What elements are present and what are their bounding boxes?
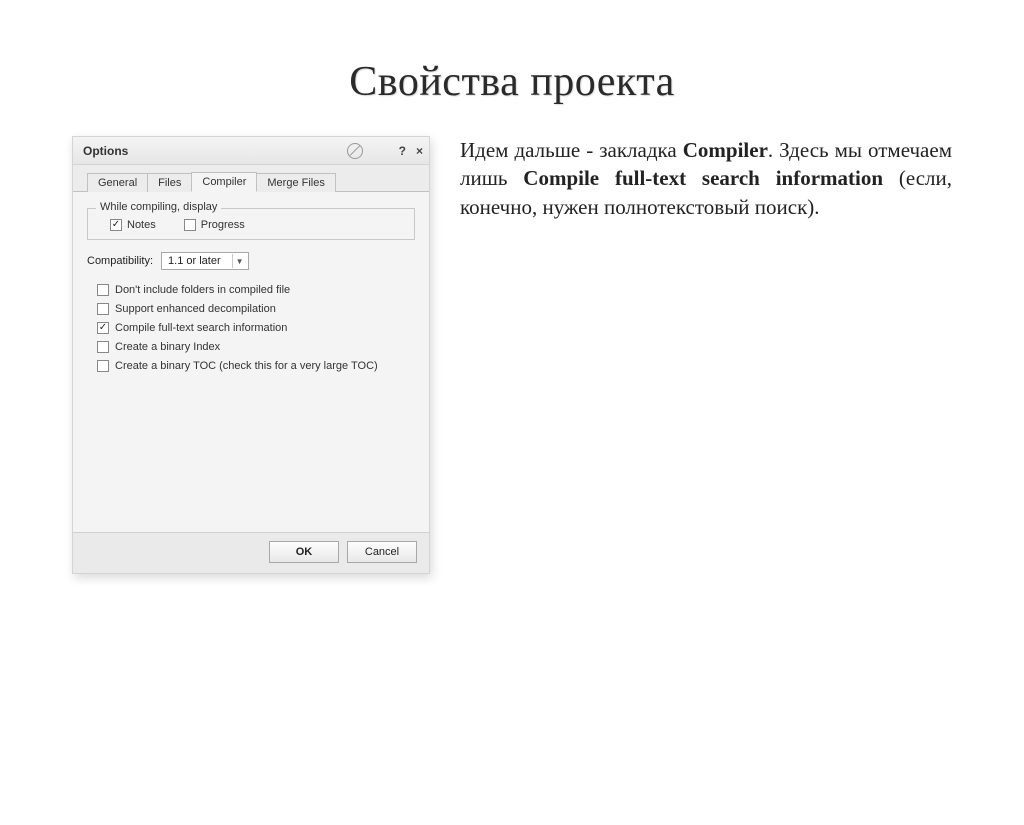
checkbox-box: ✓ <box>97 322 109 334</box>
option-label: Compile full-text search information <box>115 322 287 334</box>
options-list: Don't include folders in compiled file S… <box>87 284 415 372</box>
desc-bold1: Compiler <box>683 138 768 162</box>
dialog-titlebar: Options ? × <box>73 137 429 165</box>
checkbox-box <box>97 303 109 315</box>
description-text: Идем дальше - закладка Compiler. Здесь м… <box>460 136 952 221</box>
checkbox-box <box>97 360 109 372</box>
checkbox-binary-index[interactable]: Create a binary Index <box>97 341 415 353</box>
checkbox-notes[interactable]: ✓ Notes <box>110 219 156 231</box>
checkbox-support-decompilation[interactable]: Support enhanced decompilation <box>97 303 415 315</box>
tab-body: While compiling, display ✓ Notes Progres… <box>73 192 429 532</box>
checkbox-dont-include-folders[interactable]: Don't include folders in compiled file <box>97 284 415 296</box>
checkbox-box-progress <box>184 219 196 231</box>
checkbox-box <box>97 284 109 296</box>
group-while-compiling: While compiling, display ✓ Notes Progres… <box>87 208 415 240</box>
compatibility-dropdown[interactable]: 1.1 or later ▼ <box>161 252 249 270</box>
dialog-title: Options <box>83 144 128 158</box>
checkbox-fulltext-search[interactable]: ✓ Compile full-text search information <box>97 322 415 334</box>
ok-button[interactable]: OK <box>269 541 339 563</box>
cancel-button[interactable]: Cancel <box>347 541 417 563</box>
options-dialog: Options ? × General Files Compiler Merge… <box>72 136 430 574</box>
help-icon[interactable]: ? <box>399 144 406 158</box>
tabs-row: General Files Compiler Merge Files <box>73 165 429 192</box>
checkbox-box-notes: ✓ <box>110 219 122 231</box>
compatibility-label: Compatibility: <box>87 255 153 267</box>
desc-bold2: Compile full-text search information <box>523 166 883 190</box>
close-icon[interactable]: × <box>416 144 423 158</box>
checkbox-binary-toc[interactable]: Create a binary TOC (check this for a ve… <box>97 360 415 372</box>
desc-part1: Идем дальше - закладка <box>460 138 683 162</box>
tab-files[interactable]: Files <box>147 173 192 192</box>
button-bar: OK Cancel <box>73 532 429 573</box>
group-legend: While compiling, display <box>96 201 221 213</box>
option-label: Create a binary TOC (check this for a ve… <box>115 360 378 372</box>
option-label: Create a binary Index <box>115 341 220 353</box>
tab-general[interactable]: General <box>87 173 148 192</box>
option-label: Don't include folders in compiled file <box>115 284 290 296</box>
checkbox-progress[interactable]: Progress <box>184 219 245 231</box>
tab-merge-files[interactable]: Merge Files <box>256 173 335 192</box>
tab-compiler[interactable]: Compiler <box>191 172 257 192</box>
checkbox-label-notes: Notes <box>127 219 156 231</box>
chevron-down-icon: ▼ <box>232 254 246 268</box>
checkbox-label-progress: Progress <box>201 219 245 231</box>
option-label: Support enhanced decompilation <box>115 303 276 315</box>
block-icon <box>347 143 363 159</box>
checkbox-box <box>97 341 109 353</box>
slide-title: Свойства проекта <box>0 58 1024 106</box>
compatibility-value: 1.1 or later <box>168 255 221 267</box>
